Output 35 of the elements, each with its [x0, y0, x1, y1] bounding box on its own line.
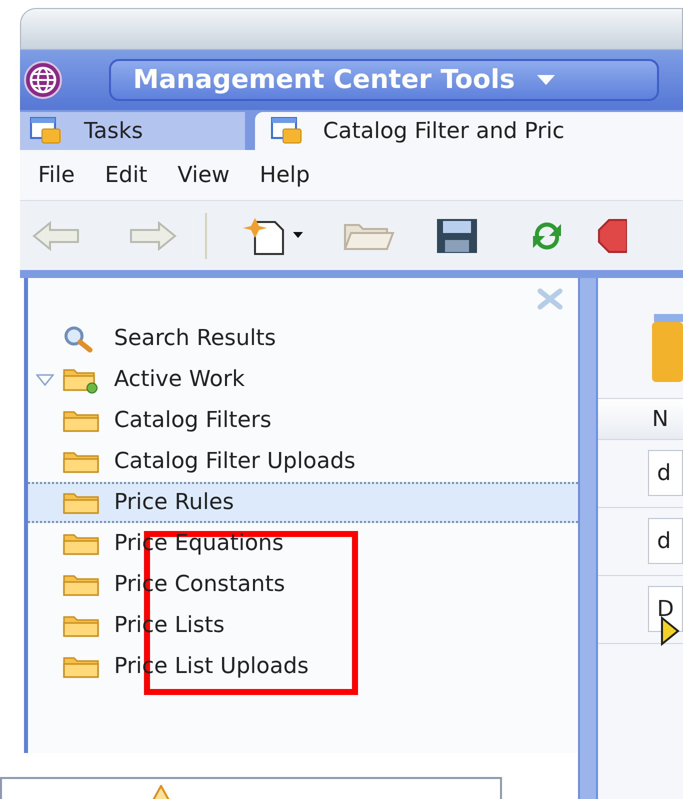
folder-icon: [62, 572, 100, 596]
splitter-bar[interactable]: [578, 278, 598, 799]
expand-arrow-icon[interactable]: [36, 374, 54, 386]
menu-item[interactable]: File: [38, 158, 75, 192]
folder-icon: [62, 450, 100, 474]
save-icon[interactable]: [435, 218, 479, 254]
folder-icon: [62, 408, 100, 432]
folder-icon: [62, 490, 100, 514]
menu-item[interactable]: Edit: [104, 158, 148, 192]
caret-icon: [537, 75, 555, 85]
tab[interactable]: Catalog Filter and Pric: [255, 112, 683, 150]
window-icon: [30, 117, 62, 145]
tree-item[interactable]: Active Work: [28, 359, 578, 400]
folder-icon: [650, 314, 683, 384]
input-field[interactable]: D: [648, 586, 683, 632]
input-field[interactable]: d: [648, 518, 683, 564]
globe-icon[interactable]: [23, 60, 63, 100]
folder-icon: [62, 614, 100, 638]
menu-item[interactable]: Help: [260, 158, 310, 192]
close-icon[interactable]: [536, 288, 564, 310]
back-arrow-icon[interactable]: [32, 220, 82, 250]
tree-item[interactable]: Catalog Filters: [28, 400, 578, 441]
tree-item[interactable]: Catalog Filter Uploads: [28, 441, 578, 482]
forward-arrow-icon[interactable]: [127, 220, 177, 250]
folder-icon: [62, 654, 100, 678]
input-field[interactable]: d: [648, 450, 683, 496]
tab[interactable]: Tasks: [20, 112, 245, 150]
menu-item[interactable]: View: [177, 158, 230, 192]
warning-icon: [150, 785, 172, 799]
tree-item[interactable]: Search Results: [28, 318, 578, 359]
window-icon: [271, 117, 303, 145]
tree-item[interactable]: Price Rules: [28, 482, 578, 523]
column-header[interactable]: N: [598, 398, 683, 440]
folder-icon: [62, 532, 100, 556]
new-document-icon[interactable]: [241, 216, 305, 256]
